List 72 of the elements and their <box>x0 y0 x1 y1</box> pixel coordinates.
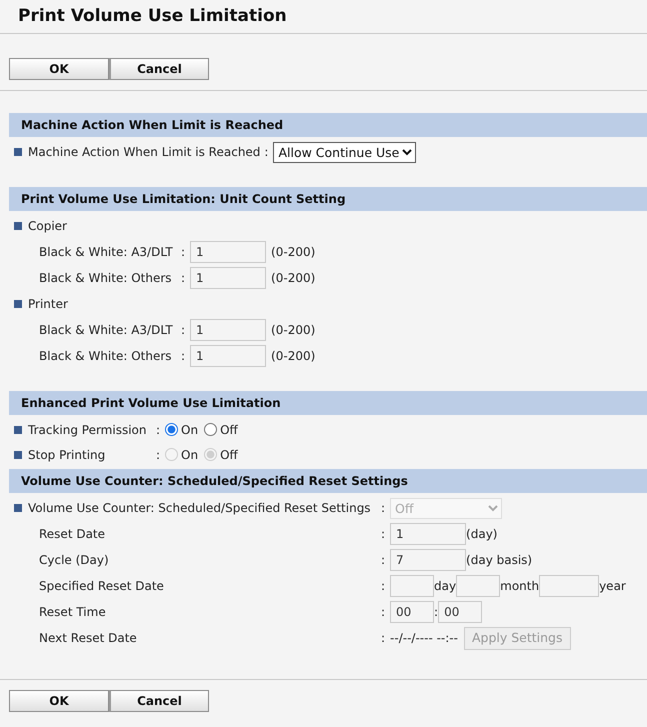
bullet-icon <box>14 148 22 156</box>
page-title: Print Volume Use Limitation <box>17 5 288 28</box>
dropdown[interactable]: Allow Continue Use <box>273 142 416 163</box>
colon-text: : <box>381 526 386 544</box>
input-field[interactable] <box>390 575 434 598</box>
colon-text: : <box>181 348 186 366</box>
range-text: (0-200) <box>271 322 316 340</box>
section-header: Enhanced Print Volume Use Limitation <box>9 391 647 416</box>
field-label: Cycle (Day) <box>39 552 110 570</box>
colon-text: : <box>156 422 160 439</box>
field-text: (day basis) <box>466 552 532 570</box>
colon-text: : <box>181 322 186 340</box>
ok-button[interactable]: OK <box>9 690 109 712</box>
input-field[interactable]: 1 <box>190 345 266 368</box>
cancel-button[interactable]: Cancel <box>109 690 209 712</box>
colon-text: : <box>264 144 268 162</box>
range-text: (0-200) <box>271 348 316 366</box>
field-label: Reset Date <box>39 526 106 544</box>
colon-text: : <box>381 500 386 518</box>
input-field[interactable]: 1 <box>390 523 466 546</box>
field-text: (day) <box>466 526 498 544</box>
radio-button[interactable] <box>204 423 218 436</box>
field-text: : <box>434 604 438 622</box>
radio-label: Off <box>220 446 238 464</box>
input-field[interactable]: 1 <box>190 319 266 342</box>
input-field[interactable]: 7 <box>390 549 466 572</box>
field-text: --/--/---- --:-- <box>390 630 458 648</box>
radio-label: On <box>181 446 198 464</box>
field-label: Machine Action When Limit is Reached <box>28 144 260 162</box>
input-field[interactable]: 00 <box>438 601 482 624</box>
ok-button[interactable]: OK <box>9 58 109 80</box>
field-label: Reset Time <box>39 604 107 622</box>
colon-text: : <box>156 446 160 464</box>
field-label: Printer <box>28 296 68 314</box>
input-field[interactable]: 1 <box>190 241 266 264</box>
colon-text: : <box>181 270 186 288</box>
field-label: Volume Use Counter: Scheduled/Specified Reset Settings <box>28 500 372 518</box>
colon-text: : <box>381 604 386 622</box>
input-field[interactable] <box>539 575 600 598</box>
bullet-icon <box>14 300 22 308</box>
field-label: Stop Printing <box>28 446 106 464</box>
field-label: Tracking Permission <box>28 422 148 439</box>
field-text: day <box>434 578 456 596</box>
input-field[interactable]: 1 <box>190 267 266 290</box>
range-text: (0-200) <box>271 244 316 262</box>
section-header: Volume Use Counter: Scheduled/Specified Reset Settings <box>9 469 647 494</box>
bullet-icon <box>14 504 22 512</box>
field-text: month <box>500 578 540 596</box>
cancel-button[interactable]: Cancel <box>109 58 209 80</box>
section-header: Print Volume Use Limitation: Unit Count Setting <box>9 187 647 212</box>
colon-text: : <box>181 244 186 262</box>
section-header: Machine Action When Limit is Reached <box>9 113 647 138</box>
field-label: Black & White: Others <box>39 348 173 366</box>
radio-label: On <box>181 422 198 439</box>
field-label: Specified Reset Date <box>39 578 165 596</box>
input-field[interactable]: 00 <box>390 601 434 624</box>
field-label: Copier <box>28 218 67 236</box>
bullet-icon <box>14 426 22 434</box>
field-text: year <box>599 578 626 596</box>
bullet-icon <box>14 222 22 230</box>
field-label: Black & White: Others <box>39 270 173 288</box>
field-label: Black & White: A3/DLT <box>39 244 174 262</box>
field-label: Black & White: A3/DLT <box>39 322 174 340</box>
bullet-icon <box>14 450 22 459</box>
colon-text: : <box>381 630 386 648</box>
field-label: Next Reset Date <box>39 630 138 648</box>
radio-button[interactable] <box>165 423 178 436</box>
input-field[interactable] <box>456 575 500 598</box>
range-text: (0-200) <box>271 270 316 288</box>
colon-text: : <box>381 578 386 596</box>
radio-label: Off <box>220 422 238 439</box>
colon-text: : <box>381 552 386 570</box>
